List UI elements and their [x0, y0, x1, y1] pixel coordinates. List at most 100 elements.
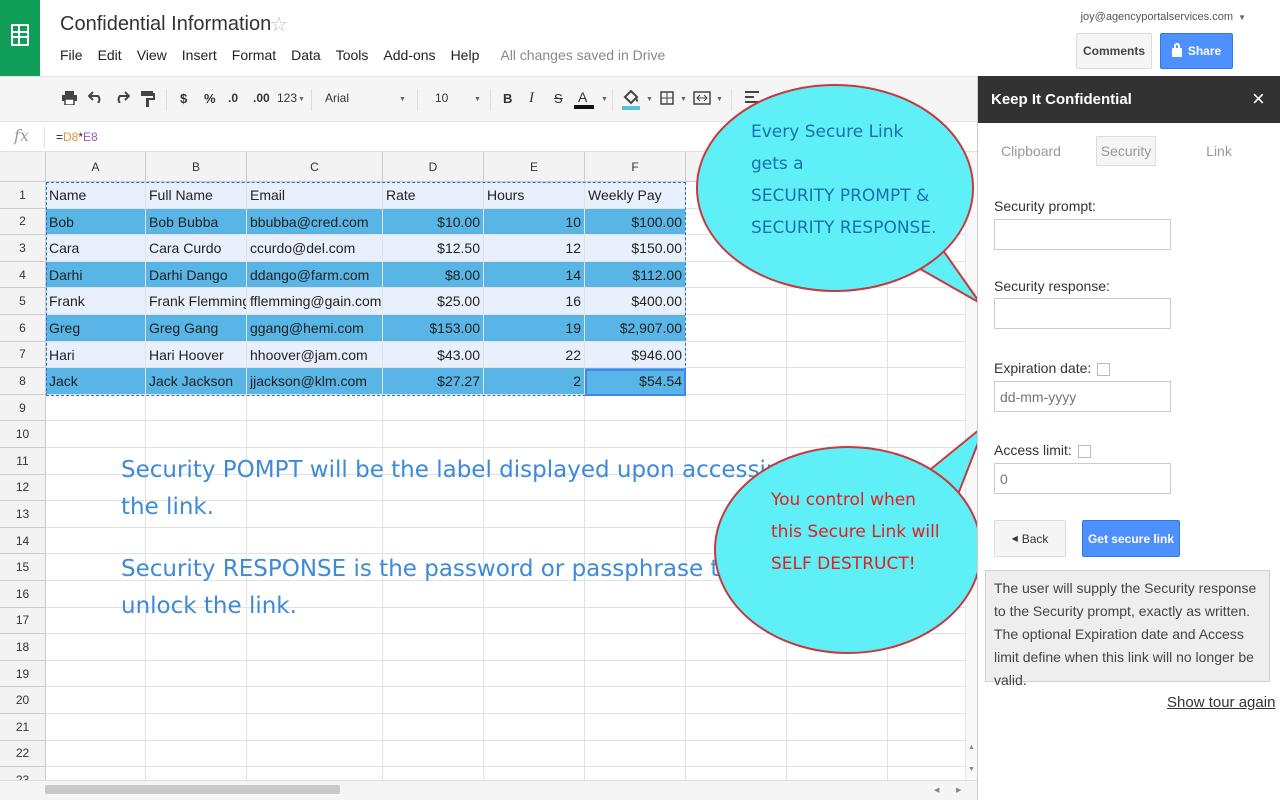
- table-cell[interactable]: 22: [484, 341, 585, 369]
- table-cell[interactable]: Greg: [46, 315, 146, 342]
- empty-cell[interactable]: [46, 714, 146, 741]
- table-cell[interactable]: ddango@farm.com: [247, 261, 383, 289]
- row-header[interactable]: 9: [0, 394, 46, 422]
- empty-cell[interactable]: [888, 714, 965, 741]
- currency-format-button[interactable]: $: [180, 91, 187, 106]
- row-header[interactable]: 13: [0, 501, 46, 528]
- row-header[interactable]: 1: [0, 182, 46, 209]
- table-cell[interactable]: Frank Flemming: [146, 288, 247, 315]
- tab-link[interactable]: Link: [1194, 136, 1244, 166]
- security-response-input[interactable]: [994, 298, 1171, 329]
- table-cell[interactable]: $10.00: [383, 208, 484, 236]
- table-cell[interactable]: Jack Jackson: [146, 368, 247, 395]
- account-caret-icon[interactable]: ▼: [1238, 13, 1246, 22]
- empty-cell[interactable]: [585, 421, 686, 448]
- empty-cell[interactable]: [484, 767, 585, 780]
- empty-cell[interactable]: [46, 767, 146, 780]
- empty-cell[interactable]: [484, 501, 585, 528]
- empty-cell[interactable]: [146, 740, 247, 768]
- table-cell[interactable]: Bob: [46, 208, 146, 236]
- row-header[interactable]: 17: [0, 607, 46, 635]
- row-header[interactable]: 7: [0, 341, 46, 369]
- table-cell[interactable]: $54.54: [585, 368, 686, 395]
- scroll-right-icon[interactable]: ▶: [956, 786, 961, 794]
- table-cell[interactable]: $12.50: [383, 235, 484, 262]
- table-cell[interactable]: Darhi: [46, 261, 146, 289]
- back-button[interactable]: ◀ Back: [994, 520, 1066, 557]
- table-cell[interactable]: $8.00: [383, 261, 484, 289]
- star-icon[interactable]: ☆: [270, 12, 288, 37]
- empty-cell[interactable]: [686, 740, 787, 768]
- table-cell[interactable]: $2,907.00: [585, 315, 686, 342]
- empty-cell[interactable]: [686, 607, 787, 635]
- column-header[interactable]: D: [383, 152, 484, 182]
- row-header[interactable]: 18: [0, 634, 46, 661]
- font-size-select[interactable]: 10: [435, 91, 448, 105]
- empty-cell[interactable]: [383, 634, 484, 661]
- empty-cell[interactable]: [146, 394, 247, 422]
- user-email[interactable]: joy@agencyportalservices.com: [1081, 11, 1233, 23]
- header-cell[interactable]: Name: [46, 182, 146, 209]
- empty-cell[interactable]: [146, 421, 247, 448]
- menu-insert[interactable]: Insert: [182, 47, 217, 63]
- empty-cell[interactable]: [787, 634, 888, 661]
- empty-cell[interactable]: [787, 740, 888, 768]
- empty-cell[interactable]: [686, 634, 787, 661]
- row-header[interactable]: 3: [0, 235, 46, 262]
- empty-cell[interactable]: [484, 421, 585, 448]
- table-cell[interactable]: hhoover@jam.com: [247, 341, 383, 369]
- empty-cell[interactable]: [383, 421, 484, 448]
- merge-cells-caret-icon[interactable]: ▼: [716, 96, 723, 103]
- table-cell[interactable]: $150.00: [585, 235, 686, 262]
- empty-cell[interactable]: [383, 687, 484, 714]
- menu-edit[interactable]: Edit: [98, 47, 122, 63]
- empty-cell[interactable]: [247, 634, 383, 661]
- menu-tools[interactable]: Tools: [336, 47, 369, 63]
- save-status[interactable]: All changes saved in Drive: [500, 47, 665, 63]
- header-cell[interactable]: Full Name: [146, 182, 247, 209]
- empty-cell[interactable]: [383, 740, 484, 768]
- empty-cell[interactable]: [787, 607, 888, 635]
- empty-cell[interactable]: [787, 767, 888, 780]
- empty-cell[interactable]: [46, 634, 146, 661]
- empty-cell[interactable]: [787, 368, 888, 395]
- empty-cell[interactable]: [46, 740, 146, 768]
- empty-cell[interactable]: [46, 687, 146, 714]
- empty-cell[interactable]: [383, 501, 484, 528]
- empty-cell[interactable]: [888, 608, 965, 635]
- empty-cell[interactable]: [686, 394, 787, 422]
- table-cell[interactable]: Jack: [46, 368, 146, 395]
- table-cell[interactable]: ggang@hemi.com: [247, 315, 383, 342]
- align-icon[interactable]: [745, 91, 759, 106]
- print-icon[interactable]: [62, 91, 77, 108]
- empty-cell[interactable]: [383, 714, 484, 741]
- empty-cell[interactable]: [383, 660, 484, 688]
- table-cell[interactable]: $27.27: [383, 368, 484, 395]
- empty-cell[interactable]: [888, 448, 965, 475]
- table-cell[interactable]: Bob Bubba: [146, 208, 247, 236]
- table-cell[interactable]: 10: [484, 208, 585, 236]
- row-header[interactable]: 6: [0, 315, 46, 342]
- borders-caret-icon[interactable]: ▼: [680, 96, 687, 103]
- header-cell[interactable]: Rate: [383, 182, 484, 209]
- empty-cell[interactable]: [686, 687, 787, 714]
- empty-cell[interactable]: [247, 421, 383, 448]
- empty-cell[interactable]: [888, 767, 965, 780]
- table-cell[interactable]: ccurdo@del.com: [247, 235, 383, 262]
- empty-cell[interactable]: [585, 687, 686, 714]
- table-cell[interactable]: bbubba@cred.com: [247, 208, 383, 236]
- empty-cell[interactable]: [787, 714, 888, 741]
- increase-decimal-button[interactable]: .00: [253, 91, 270, 105]
- empty-cell[interactable]: [247, 767, 383, 780]
- table-cell[interactable]: 14: [484, 261, 585, 289]
- row-header[interactable]: 16: [0, 581, 46, 608]
- empty-cell[interactable]: [247, 687, 383, 714]
- empty-cell[interactable]: [787, 261, 888, 289]
- italic-button[interactable]: I: [529, 90, 534, 107]
- tab-security[interactable]: Security: [1096, 136, 1156, 166]
- row-header[interactable]: 12: [0, 474, 46, 502]
- comments-button[interactable]: Comments: [1076, 33, 1152, 69]
- merge-cells-icon[interactable]: [693, 91, 711, 108]
- table-cell[interactable]: Cara: [46, 235, 146, 262]
- row-header[interactable]: 21: [0, 714, 46, 741]
